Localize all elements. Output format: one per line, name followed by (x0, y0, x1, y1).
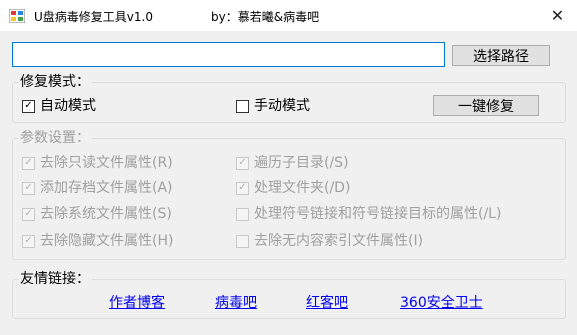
param-option[interactable]: ✓ 去除只读文件属性(R) (22, 154, 173, 172)
manual-mode-checkbox[interactable]: 手动模式 (236, 97, 310, 115)
link-author-blog[interactable]: 作者博客 (109, 292, 165, 312)
select-path-button[interactable]: 选择路径 (452, 45, 550, 66)
path-input[interactable] (12, 42, 445, 67)
checkbox-icon (236, 99, 249, 113)
param-option[interactable]: ✓ 去除隐藏文件属性(H) (22, 232, 173, 250)
param-option-label: 去除只读文件属性(R) (40, 155, 173, 171)
checkbox-icon (236, 234, 249, 248)
parameter-settings-legend: 参数设置： (18, 129, 92, 147)
param-option-label: 处理符号链接和符号链接目标的属性(/L) (254, 206, 502, 222)
param-option-label: 添加存档文件属性(A) (40, 180, 173, 196)
param-option[interactable]: 处理符号链接和符号链接目标的属性(/L) (236, 205, 501, 223)
link-virus-forum[interactable]: 病毒吧 (215, 292, 257, 312)
window-title: U盘病毒修复工具v1.0 (34, 10, 153, 24)
checkmark-icon: ✓ (236, 156, 249, 170)
auto-mode-checkbox[interactable]: ✓ 自动模式 (22, 97, 96, 115)
checkmark-icon: ✓ (22, 181, 35, 195)
param-option[interactable]: ✓ 去除系统文件属性(S) (22, 205, 172, 223)
link-hacker-forum[interactable]: 红客吧 (306, 292, 348, 312)
checkmark-icon: ✓ (22, 207, 35, 221)
author-byline: by：慕若曦&病毒吧 (211, 10, 320, 24)
friendly-links-legend: 友情链接： (18, 270, 92, 288)
link-360-safe[interactable]: 360安全卫士 (400, 292, 483, 312)
param-option[interactable]: 去除无内容索引文件属性(I) (236, 232, 423, 250)
checkmark-icon: ✓ (22, 234, 35, 248)
repair-mode-legend: 修复模式： (18, 73, 92, 91)
param-option[interactable]: ✓ 处理文件夹(/D) (236, 179, 350, 197)
param-option[interactable]: ✓ 遍历子目录(/S) (236, 154, 349, 172)
checkmark-icon: ✓ (22, 156, 35, 170)
title-bar: U盘病毒修复工具v1.0 by：慕若曦&病毒吧 ✕ (0, 0, 577, 31)
param-option-label: 去除无内容索引文件属性(I) (254, 233, 424, 249)
checkbox-icon (236, 207, 249, 221)
checkmark-icon: ✓ (22, 99, 35, 113)
app-icon (9, 9, 25, 23)
close-button[interactable]: ✕ (538, 0, 577, 31)
param-option-label: 遍历子目录(/S) (254, 155, 349, 171)
param-option-label: 去除隐藏文件属性(H) (40, 233, 174, 249)
manual-mode-label: 手动模式 (254, 98, 310, 114)
one-click-repair-button[interactable]: 一键修复 (433, 95, 539, 116)
param-option-label: 去除系统文件属性(S) (40, 206, 172, 222)
auto-mode-label: 自动模式 (40, 98, 96, 114)
param-option-label: 处理文件夹(/D) (254, 180, 351, 196)
close-icon: ✕ (550, 6, 565, 25)
checkmark-icon: ✓ (236, 181, 249, 195)
param-option[interactable]: ✓ 添加存档文件属性(A) (22, 179, 173, 197)
